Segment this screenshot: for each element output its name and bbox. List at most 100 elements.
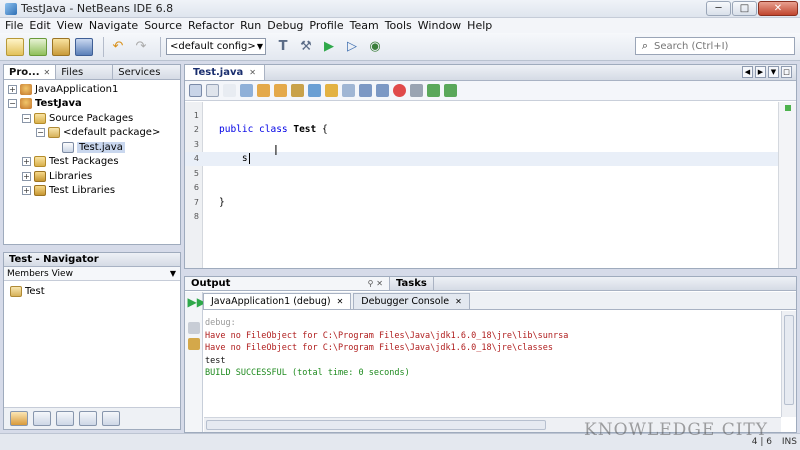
menu-team[interactable]: Team <box>347 19 382 32</box>
filter-static-icon[interactable] <box>33 411 51 426</box>
expand-icon[interactable]: + <box>22 186 31 196</box>
history-view-icon[interactable] <box>206 84 219 97</box>
search-box[interactable]: ⌕ <box>635 37 795 55</box>
output-vertical-scrollbar[interactable] <box>781 311 796 417</box>
menu-source[interactable]: Source <box>141 19 185 32</box>
tab-output[interactable]: Output ⚲ ✕ <box>185 277 390 290</box>
tree-item[interactable]: − <default package> <box>4 126 180 141</box>
collapse-icon[interactable]: − <box>36 128 45 138</box>
scroll-tabs-right-icon[interactable]: ▶ <box>755 66 766 78</box>
tree-item[interactable]: Test.java <box>4 140 180 155</box>
shift-right-icon[interactable] <box>376 84 389 97</box>
expand-icon[interactable]: + <box>22 171 31 181</box>
open-project-icon[interactable] <box>52 37 70 56</box>
show-opened-documents-icon[interactable]: ▼ <box>768 66 779 78</box>
tab-files[interactable]: Files <box>56 65 114 79</box>
start-macro-icon[interactable] <box>393 84 406 97</box>
editor-error-stripe[interactable] <box>778 102 796 268</box>
tree-item[interactable]: − TestJava <box>4 97 180 112</box>
stop-macro-icon[interactable] <box>410 84 423 97</box>
code-line[interactable]: 2 public class Test { <box>185 123 778 138</box>
expand-icon[interactable]: + <box>8 84 17 94</box>
scrollbar-thumb[interactable] <box>206 420 546 430</box>
maximize-button[interactable]: □ <box>732 1 757 16</box>
toggle-bookmark-icon[interactable] <box>342 84 355 97</box>
close-icon[interactable]: ✕ <box>455 297 462 306</box>
code-line[interactable]: 6 <box>185 181 778 196</box>
toggle-highlight-icon[interactable] <box>291 84 304 97</box>
redo-icon[interactable]: ↷ <box>132 38 150 56</box>
debug-icon[interactable]: ▷ <box>343 38 361 56</box>
tree-item[interactable]: + JavaApplication1 <box>4 82 180 97</box>
filter-fields-icon[interactable] <box>10 411 28 426</box>
output-window-controls-icon[interactable]: ⚲ ✕ <box>368 279 383 288</box>
new-project-icon[interactable] <box>29 37 47 56</box>
menu-edit[interactable]: Edit <box>26 19 53 32</box>
filter-nonpublic-icon[interactable] <box>56 411 74 426</box>
code-line[interactable]: 5 <box>185 166 778 181</box>
collapse-icon[interactable]: − <box>22 113 31 123</box>
minimize-button[interactable]: ─ <box>706 1 731 16</box>
menu-profile[interactable]: Profile <box>306 19 346 32</box>
navigator-view-dropdown[interactable]: Members View ▼ <box>4 267 180 281</box>
collapse-icon[interactable]: − <box>8 99 17 109</box>
rerun-icon[interactable]: ▶▶ <box>188 296 206 308</box>
uncomment-icon[interactable] <box>444 84 457 97</box>
menu-debug[interactable]: Debug <box>264 19 306 32</box>
previous-bookmark-icon[interactable] <box>308 84 321 97</box>
close-icon[interactable]: ✕ <box>249 68 256 77</box>
tab-tasks[interactable]: Tasks <box>390 277 434 290</box>
find-icon[interactable] <box>240 84 253 97</box>
output-settings-icon[interactable] <box>187 338 200 350</box>
output-console-text[interactable]: debug: Have no FileObject for C:\Program … <box>205 317 778 380</box>
menu-navigate[interactable]: Navigate <box>86 19 141 32</box>
menu-view[interactable]: View <box>54 19 86 32</box>
next-bookmark-icon[interactable] <box>325 84 338 97</box>
close-icon[interactable]: ✕ <box>337 297 344 306</box>
close-button[interactable]: ✕ <box>758 1 798 16</box>
new-file-icon[interactable] <box>6 37 24 56</box>
tab-javaapplication-debug[interactable]: JavaApplication1 (debug) ✕ <box>203 293 352 309</box>
clean-build-icon[interactable]: ⚒ <box>297 38 315 56</box>
code-editor[interactable]: 1 2 public class Test {3 4 s 5 6 7} 8 I <box>185 102 796 268</box>
tab-debugger-console[interactable]: Debugger Console ✕ <box>353 293 470 309</box>
navigator-item-test[interactable]: Test <box>4 284 180 299</box>
tab-test-java[interactable]: Test.java ✕ <box>185 65 265 80</box>
run-icon[interactable]: ▶ <box>320 38 338 56</box>
menu-run[interactable]: Run <box>237 19 264 32</box>
search-input[interactable] <box>654 40 784 52</box>
comment-icon[interactable] <box>427 84 440 97</box>
find-next-icon[interactable] <box>274 84 287 97</box>
find-previous-icon[interactable] <box>257 84 270 97</box>
tab-services[interactable]: Services <box>113 65 165 79</box>
sort-icon[interactable] <box>102 411 120 426</box>
tab-projects[interactable]: Pro... ✕ <box>4 65 57 79</box>
scroll-tabs-left-icon[interactable]: ◀ <box>742 66 753 78</box>
stop-icon[interactable] <box>187 322 200 334</box>
filter-inherited-icon[interactable] <box>79 411 97 426</box>
profile-icon[interactable]: ◉ <box>366 38 384 56</box>
close-icon[interactable]: ✕ <box>44 68 51 77</box>
menu-tools[interactable]: Tools <box>382 19 415 32</box>
tree-item[interactable]: + Libraries <box>4 169 180 184</box>
menu-file[interactable]: File <box>2 19 26 32</box>
code-line[interactable]: 1 <box>185 108 778 123</box>
shift-left-icon[interactable] <box>359 84 372 97</box>
undo-icon[interactable]: ↶ <box>109 38 127 56</box>
scrollbar-thumb[interactable] <box>784 315 794 405</box>
config-dropdown[interactable]: <default config> ▼ <box>166 38 266 55</box>
menu-window[interactable]: Window <box>415 19 464 32</box>
tree-item[interactable]: + Test Libraries <box>4 184 180 199</box>
code-line[interactable]: 8 <box>185 210 778 225</box>
menu-help[interactable]: Help <box>464 19 495 32</box>
expand-icon[interactable]: + <box>22 157 31 167</box>
maximize-window-icon[interactable]: □ <box>781 66 792 78</box>
code-line[interactable]: 7} <box>185 195 778 210</box>
back-icon[interactable] <box>223 84 236 97</box>
tree-item[interactable]: + Test Packages <box>4 155 180 170</box>
menu-refactor[interactable]: Refactor <box>185 19 237 32</box>
save-all-icon[interactable] <box>75 37 93 56</box>
tree-item[interactable]: − Source Packages <box>4 111 180 126</box>
source-view-icon[interactable] <box>189 84 202 97</box>
build-hammer-icon[interactable]: T <box>274 38 292 56</box>
